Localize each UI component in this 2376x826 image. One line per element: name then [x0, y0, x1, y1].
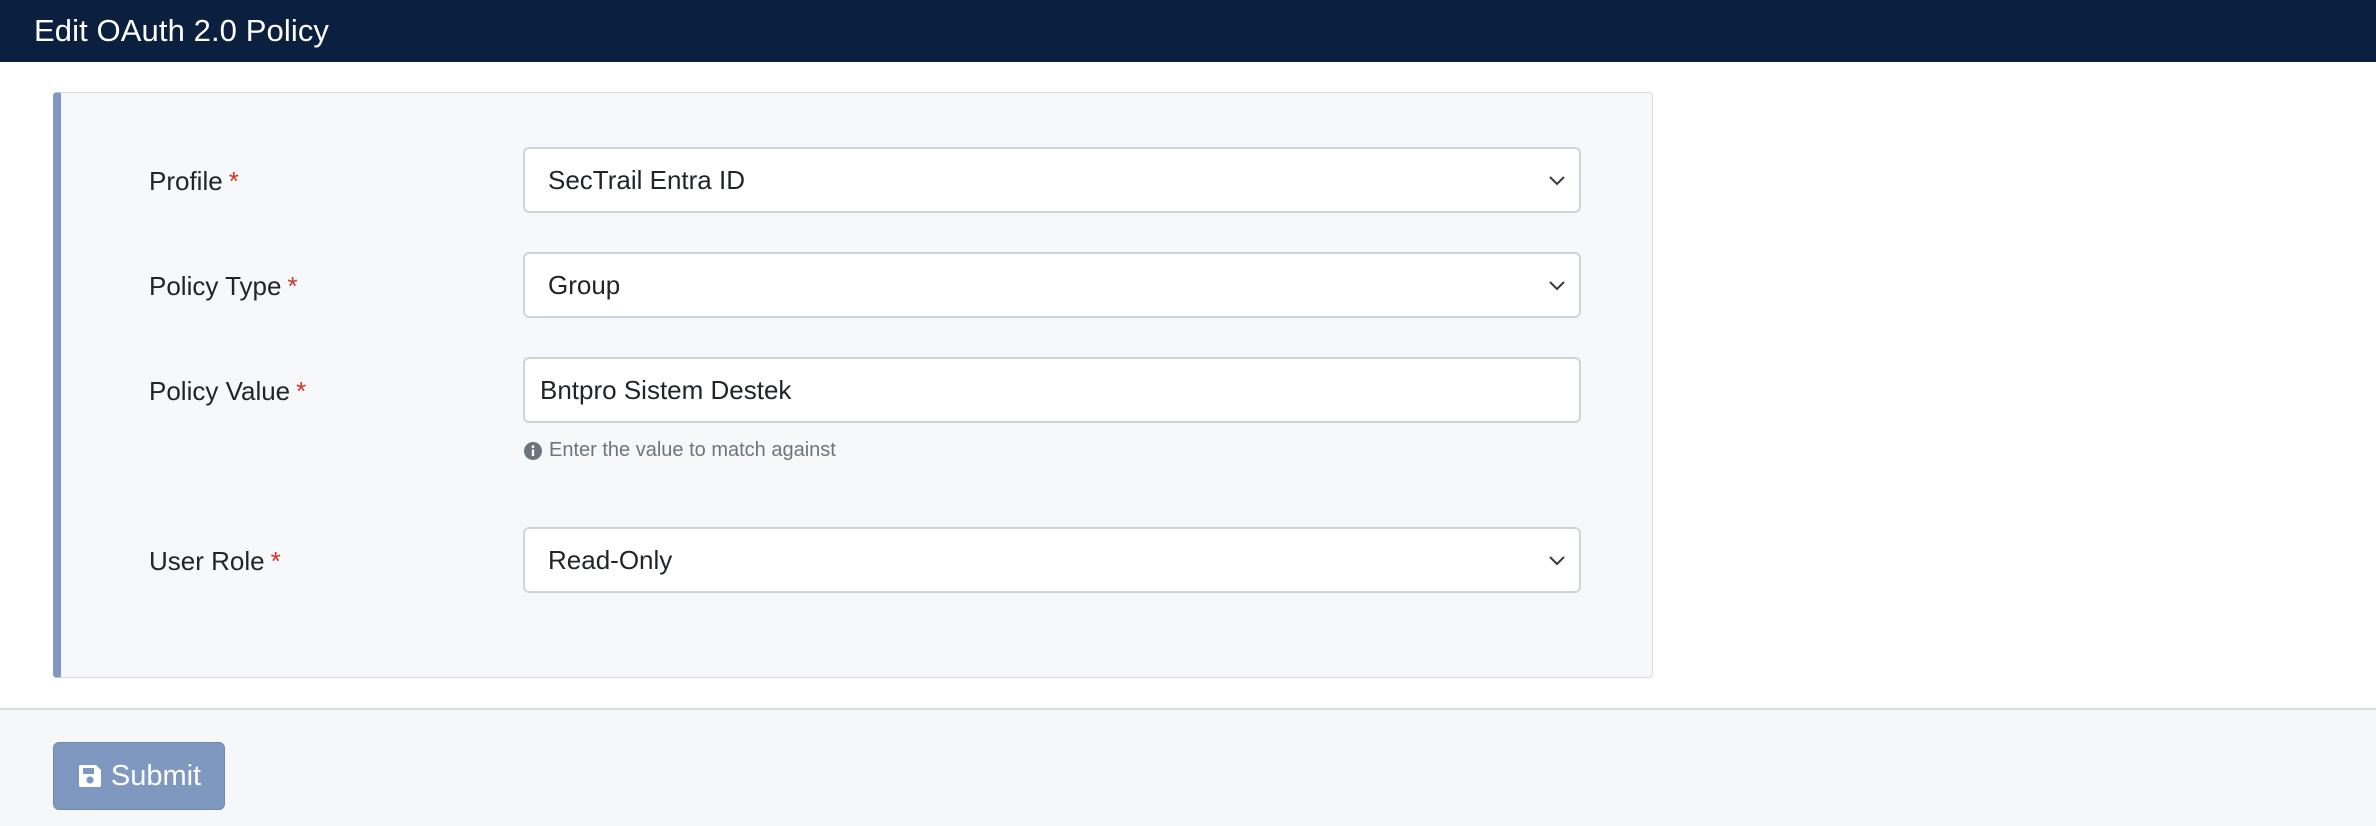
policy-type-select-value: Group: [548, 269, 621, 300]
user-role-select[interactable]: Read-Only: [523, 527, 1581, 593]
chevron-down-icon: [1549, 556, 1565, 566]
policy-type-select[interactable]: Group: [523, 252, 1581, 318]
policy-value-input[interactable]: Bntpro Sistem Destek: [523, 357, 1581, 423]
policy-type-label: Policy Type *: [149, 271, 298, 301]
info-circle-icon: [524, 441, 542, 460]
profile-select-value: SecTrail Entra ID: [548, 164, 745, 195]
required-marker: *: [296, 376, 307, 406]
form-footer: Submit: [0, 708, 2376, 826]
user-role-select-value: Read-Only: [548, 544, 673, 575]
chevron-down-icon: [1549, 281, 1565, 291]
submit-button[interactable]: Submit: [53, 742, 225, 810]
page: Edit OAuth 2.0 Policy Profile * SecTrail …: [0, 0, 2376, 826]
profile-select[interactable]: SecTrail Entra ID: [523, 147, 1581, 213]
user-role-label: User Role *: [149, 546, 281, 576]
required-marker: *: [270, 546, 281, 576]
profile-row: Profile * SecTrail Entra ID: [61, 147, 1652, 213]
policy-value-help-text: Enter the value to match against: [549, 439, 836, 461]
submit-button-label: Submit: [110, 759, 202, 792]
user-role-row: User Role * Read-Only: [61, 527, 1652, 593]
chevron-down-icon: [1549, 176, 1565, 186]
policy-value-row: Policy Value * Bntpro Sistem Destek Enter…: [61, 357, 1652, 467]
profile-label: Profile *: [149, 166, 239, 196]
policy-value-help: Enter the value to match against: [523, 439, 836, 462]
policy-form-card: Profile * SecTrail Entra ID Policy Type * …: [53, 92, 1653, 678]
policy-value-label: Policy Value *: [149, 376, 307, 406]
required-marker: *: [228, 166, 239, 196]
page-header: Edit OAuth 2.0 Policy: [0, 0, 2376, 62]
page-title: Edit OAuth 2.0 Policy: [34, 13, 330, 48]
policy-value-input-text: Bntpro Sistem Destek: [540, 374, 792, 405]
policy-type-row: Policy Type * Group: [61, 252, 1652, 318]
floppy-disk-icon: [78, 765, 101, 787]
required-marker: *: [287, 271, 298, 301]
